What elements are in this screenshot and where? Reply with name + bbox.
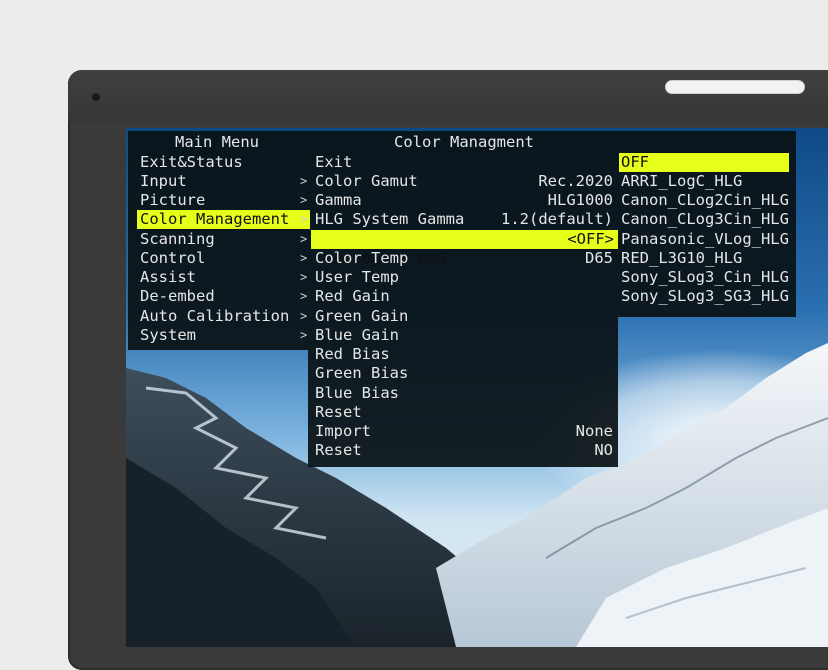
submenu-arrow-icon: > <box>300 174 308 188</box>
color-item-green-gain[interactable]: Green Gain <box>315 307 408 326</box>
color-item-gamma[interactable]: Gamma <box>315 191 362 210</box>
gamma-value: HLG1000 <box>547 191 613 209</box>
color-item-delog-to-hlg[interactable]: Delog to HLG <OFF> <box>311 230 618 267</box>
reset-value: NO <box>594 441 613 459</box>
main-item-system[interactable]: System <box>140 326 196 345</box>
submenu-arrow-icon: > <box>300 270 308 284</box>
submenu-arrow-icon: > <box>300 193 308 207</box>
delog-option-panasonic[interactable]: Panasonic_VLog_HLG <box>621 230 789 249</box>
hlg-system-gamma-value: 1.2(default) <box>501 210 613 228</box>
indicator-dot <box>92 93 100 101</box>
color-item-reset-1[interactable]: Reset <box>315 403 362 422</box>
main-item-auto-calibration[interactable]: Auto Calibration <box>140 307 289 326</box>
delog-option-sony-sg3[interactable]: Sony_SLog3_SG3_HLG <box>621 287 789 306</box>
main-item-scanning[interactable]: Scanning <box>140 230 215 249</box>
submenu-arrow-icon: > <box>300 309 308 323</box>
main-item-picture[interactable]: Picture <box>140 191 205 210</box>
color-item-red-gain[interactable]: Red Gain <box>315 287 390 306</box>
main-item-color-management[interactable]: Color Management <box>137 210 310 229</box>
main-item-control[interactable]: Control <box>140 249 205 268</box>
color-item-blue-gain[interactable]: Blue Gain <box>315 326 399 345</box>
color-menu-title: Color Managment <box>394 133 534 151</box>
delog-option-arri[interactable]: ARRI_LogC_HLG <box>621 172 742 191</box>
submenu-arrow-icon: > <box>300 328 308 342</box>
main-item-exit-status[interactable]: Exit&Status <box>140 153 243 172</box>
submenu-arrow-icon: > <box>300 289 308 303</box>
color-item-user-temp[interactable]: User Temp <box>315 268 399 287</box>
color-item-reset-2[interactable]: Reset <box>315 441 362 460</box>
color-item-red-bias[interactable]: Red Bias <box>315 345 390 364</box>
delog-option-canon-clog2[interactable]: Canon_CLog2Cin_HLG <box>621 191 789 210</box>
color-item-color-temp[interactable]: Color Temp <box>315 249 408 268</box>
color-item-color-gamut[interactable]: Color Gamut <box>315 172 418 191</box>
color-item-import[interactable]: Import <box>315 422 371 441</box>
color-item-blue-bias[interactable]: Blue Bias <box>315 384 399 403</box>
delog-option-red[interactable]: RED_L3G10_HLG <box>621 249 742 268</box>
color-item-exit[interactable]: Exit <box>315 153 352 172</box>
main-item-assist[interactable]: Assist <box>140 268 196 287</box>
delog-option-off[interactable]: OFF <box>619 153 789 172</box>
submenu-arrow-icon: > <box>300 232 308 246</box>
color-gamut-value: Rec.2020 <box>538 172 613 190</box>
main-item-de-embed[interactable]: De-embed <box>140 287 215 306</box>
import-value: None <box>575 422 613 440</box>
main-menu-title: Main Menu <box>175 133 259 151</box>
top-slot <box>665 80 805 94</box>
main-item-input[interactable]: Input <box>140 172 187 191</box>
color-item-green-bias[interactable]: Green Bias <box>315 364 408 383</box>
delog-value: <OFF> <box>567 230 614 248</box>
color-temp-value: D65 <box>585 249 613 267</box>
submenu-arrow-icon: > <box>300 212 308 226</box>
submenu-arrow-icon: > <box>300 251 308 265</box>
color-item-hlg-system-gamma[interactable]: HLG System Gamma <box>315 210 464 229</box>
bezel-top <box>68 70 828 122</box>
delog-option-sony-cin[interactable]: Sony_SLog3_Cin_HLG <box>621 268 789 287</box>
delog-option-canon-clog3[interactable]: Canon_CLog3Cin_HLG <box>621 210 789 229</box>
